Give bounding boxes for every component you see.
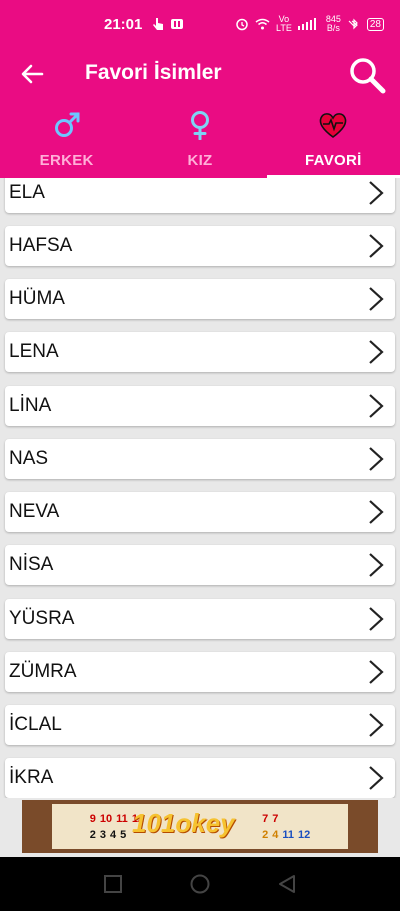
recents-button[interactable] <box>102 873 124 895</box>
ad-tile: 11 <box>282 828 294 841</box>
name-label: LİNA <box>9 395 52 416</box>
tab-label: ERKEK <box>39 152 94 169</box>
chevron-right-icon <box>369 181 384 205</box>
signal-icon <box>297 18 316 30</box>
network-speed: 845 B/s <box>325 14 341 33</box>
ad-tile-group: 7 7 2 4 11 12 <box>262 813 310 841</box>
name-label: YÜSRA <box>9 608 75 629</box>
alarm-icon <box>236 18 248 31</box>
chevron-right-icon <box>369 447 384 471</box>
list-item-ikra[interactable]: İKRA <box>5 758 395 798</box>
name-label: NİSA <box>9 554 54 575</box>
list-item-lina[interactable]: LİNA <box>5 386 395 426</box>
ad-tile: 4 <box>110 828 117 841</box>
list-item-iclal[interactable]: İCLAL <box>5 705 395 745</box>
list-item-ela[interactable]: ELA <box>5 178 395 213</box>
tab-kiz[interactable]: KIZ <box>133 100 266 178</box>
ad-tile: 3 <box>99 828 107 841</box>
touch-icon <box>153 18 164 30</box>
ad-tile: 10 <box>99 812 113 825</box>
chevron-right-icon <box>369 607 384 631</box>
list-item-zumra[interactable]: ZÜMRA <box>5 652 395 692</box>
chevron-right-icon <box>369 660 384 684</box>
ad-tile-row: 2 4 11 12 <box>262 829 310 841</box>
ad-tile: 11 <box>116 812 128 825</box>
ad-tile-row: 7 7 <box>262 813 310 825</box>
tab-erkek[interactable]: ERKEK <box>0 100 133 178</box>
ad-tile: 7 <box>262 812 269 825</box>
ad-logo: 101okey <box>132 808 235 838</box>
ad-tile: 12 <box>297 828 311 841</box>
female-symbol-icon <box>190 111 209 140</box>
chevron-right-icon <box>369 766 384 790</box>
system-back-button[interactable] <box>276 873 298 895</box>
system-nav-bar <box>0 857 400 911</box>
chevron-right-icon <box>369 287 384 311</box>
home-button[interactable] <box>189 873 211 895</box>
back-button[interactable] <box>18 60 46 88</box>
list-item-lena[interactable]: LENA <box>5 332 395 372</box>
tab-favori[interactable]: FAVORİ <box>266 100 400 178</box>
name-label: HÜMA <box>9 288 65 309</box>
status-right-icons: Vo LTE 845 B/s 28 <box>235 15 384 33</box>
status-time: 21:01 <box>104 15 143 33</box>
chevron-right-icon <box>369 713 384 737</box>
male-symbol-icon <box>54 112 80 137</box>
tab-label: FAVORİ <box>305 152 362 169</box>
battery-indicator: 28 <box>366 17 384 31</box>
ad-tile: 9 <box>89 812 96 825</box>
ad-tile: 4 <box>272 828 279 841</box>
ad-tile: 7 <box>272 812 279 825</box>
chevron-right-icon <box>369 340 384 364</box>
name-label: NAS <box>9 448 49 469</box>
app-bar: Favori İsimler <box>0 48 400 100</box>
name-label: İKRA <box>9 767 54 788</box>
name-label: LENA <box>9 341 59 362</box>
ad-tile: 2 <box>89 828 96 841</box>
list-item-nisa[interactable]: NİSA <box>5 545 395 585</box>
search-button[interactable] <box>348 56 386 94</box>
status-bar: 21:01 Vo LTE 845 B/s 28 <box>0 0 400 48</box>
chevron-right-icon <box>369 553 384 577</box>
favorite-names-list[interactable]: ELA HAFSA HÜMA LENA LİNA NAS NEVA NİSA Y… <box>0 178 400 798</box>
ad-banner[interactable]: 9 10 11 12 2 3 4 5 7 7 2 4 11 12 101okey <box>22 800 378 853</box>
status-notification-icons <box>152 17 184 31</box>
bluetooth-icon <box>348 18 358 30</box>
volte-indicator: Vo LTE <box>276 14 292 33</box>
page-title: Favori İsimler <box>85 61 222 84</box>
chevron-right-icon <box>369 394 384 418</box>
tab-label: KIZ <box>187 152 213 169</box>
ad-tile: 2 <box>262 828 269 841</box>
ad-tile: 5 <box>120 828 127 841</box>
name-label: NEVA <box>9 501 60 522</box>
wifi-icon <box>255 18 270 30</box>
list-item-huma[interactable]: HÜMA <box>5 279 395 319</box>
list-item-nas[interactable]: NAS <box>5 439 395 479</box>
name-label: HAFSA <box>9 235 73 256</box>
name-label: ELA <box>9 182 45 203</box>
heart-pulse-icon <box>319 113 347 138</box>
chevron-right-icon <box>369 500 384 524</box>
list-item-neva[interactable]: NEVA <box>5 492 395 532</box>
list-item-yusra[interactable]: YÜSRA <box>5 599 395 639</box>
chevron-right-icon <box>369 234 384 258</box>
name-label: İCLAL <box>9 714 62 735</box>
app-notification-icon <box>171 19 184 29</box>
name-label: ZÜMRA <box>9 661 77 682</box>
tab-bar: ERKEK KIZ FAVORİ <box>0 100 400 178</box>
list-item-hafsa[interactable]: HAFSA <box>5 226 395 266</box>
